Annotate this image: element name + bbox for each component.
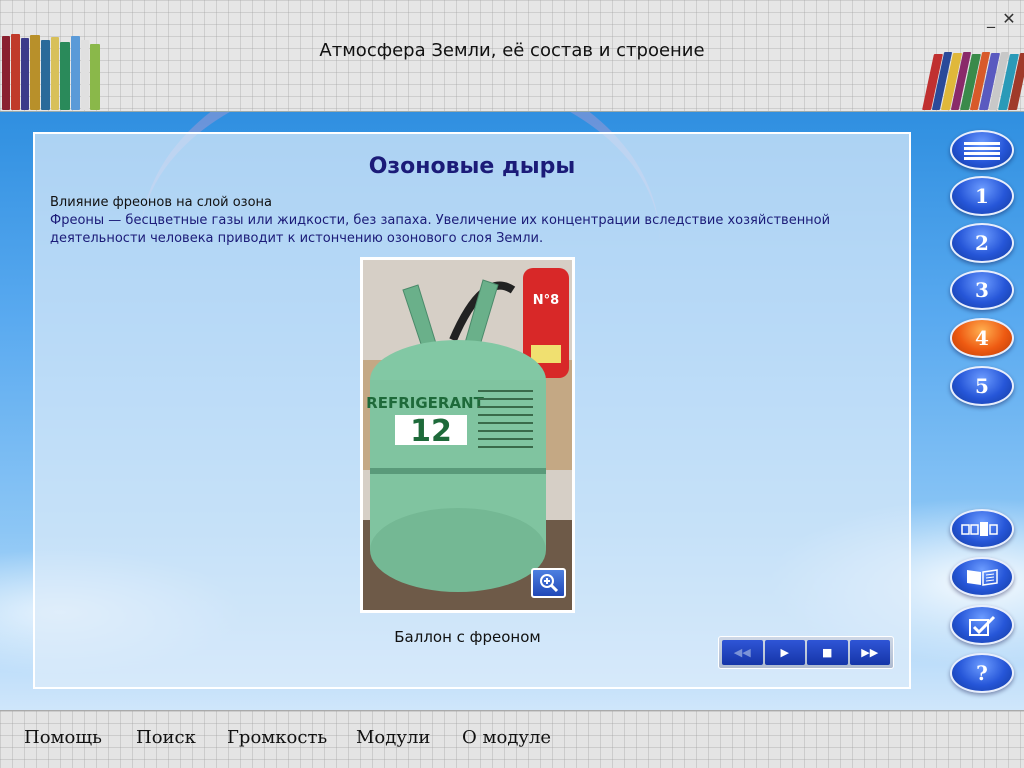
window-title: Атмосфера Земли, её состав и строение [319,40,705,61]
media-controls: ◀◀ ▶ ■ ▶▶ [718,636,894,669]
footer-bar: Помощь Поиск Громкость Модули О модуле [0,710,1024,768]
page-button-2[interactable]: 2 [950,223,1014,263]
about-module-link[interactable]: О модуле [462,727,551,748]
page-button-3[interactable]: 3 [950,270,1014,310]
help-icon[interactable]: ? [950,653,1014,693]
main-area: Озоновые дыры Влияние фреонов на слой оз… [0,112,1024,710]
search-link[interactable]: Поиск [136,727,196,748]
page-button-5[interactable]: 5 [950,366,1014,406]
content-panel: Озоновые дыры Влияние фреонов на слой оз… [33,132,911,689]
forward-button[interactable]: ▶▶ [849,640,890,665]
freon-cylinder-photo: N°8 REFRIGERANT 12 [360,257,575,613]
photo-caption: Баллон с фреоном [394,628,541,646]
magnifier-plus-icon [539,574,558,593]
minimize-button[interactable]: _ [982,10,1000,28]
freon-cylinder-image: N°8 REFRIGERANT 12 [363,260,572,610]
slide-body-text: Фреоны — бесцветные газы или жидкости, б… [50,213,831,246]
slides-button[interactable] [950,509,1014,549]
volume-link[interactable]: Громкость [227,727,327,748]
modules-link[interactable]: Модули [356,727,430,748]
book-button[interactable] [950,557,1014,597]
book-icon [967,569,998,586]
checkbox-icon [969,615,996,636]
zoom-button[interactable] [531,568,566,598]
slide-title: Озоновые дыры [368,154,576,179]
page-button-1[interactable]: 1 [950,176,1014,216]
menu-button[interactable] [950,130,1014,170]
extinguisher-label: N°8 [533,293,559,308]
header-bar: Атмосфера Земли, её состав и строение _ … [0,0,1024,112]
list-icon [964,142,1000,160]
cylinder-label-text: REFRIGERANT [366,394,484,412]
slide-subtitle: Влияние фреонов на слой озона [50,195,273,210]
page-button-4[interactable]: 4 [950,318,1014,358]
stop-button[interactable]: ■ [807,640,848,665]
cylinder-number-text: 12 [410,414,452,449]
slides-icon [961,522,998,536]
rewind-button[interactable]: ◀◀ [722,640,763,665]
test-button[interactable] [950,605,1014,645]
play-button[interactable]: ▶ [764,640,805,665]
close-button[interactable]: ✕ [1000,10,1018,28]
help-link[interactable]: Помощь [24,727,102,748]
